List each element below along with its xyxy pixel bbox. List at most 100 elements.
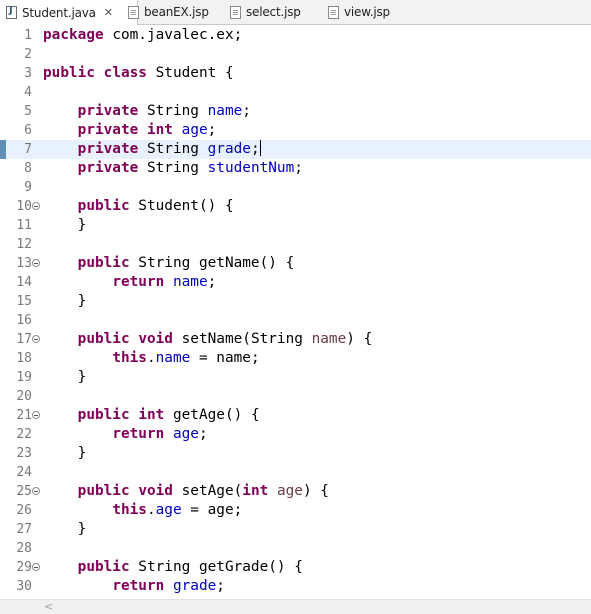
code-text[interactable]: package com.javalec.ex; bbox=[43, 26, 242, 45]
line-number: 1 bbox=[24, 28, 32, 43]
code-line[interactable]: 19 } bbox=[0, 368, 591, 387]
tab-select-jsp[interactable]: select.jsp bbox=[230, 0, 301, 24]
code-text[interactable]: return name; bbox=[43, 273, 216, 292]
line-number: 17 bbox=[16, 332, 32, 347]
code-line[interactable]: 12 bbox=[0, 235, 591, 254]
code-text[interactable]: this.age = age; bbox=[43, 501, 242, 520]
code-line[interactable]: 30 return grade; bbox=[0, 577, 591, 596]
code-text[interactable]: } bbox=[43, 216, 87, 235]
fold-collapse-icon[interactable] bbox=[32, 487, 40, 495]
line-number: 30 bbox=[16, 579, 32, 594]
line-number: 7 bbox=[24, 142, 32, 157]
line-number: 10 bbox=[16, 199, 32, 214]
code-line[interactable]: 11 } bbox=[0, 216, 591, 235]
code-line[interactable]: 3 public class Student { bbox=[0, 64, 591, 83]
code-text[interactable]: } bbox=[43, 368, 87, 387]
code-text[interactable]: private String studentNum; bbox=[43, 159, 303, 178]
line-number: 25 bbox=[16, 484, 32, 499]
code-line[interactable]: 26 this.age = age; bbox=[0, 501, 591, 520]
code-line[interactable]: 28 bbox=[0, 539, 591, 558]
horizontal-scrollbar[interactable]: < bbox=[0, 599, 591, 614]
code-line[interactable]: 25 public void setAge(int age) { bbox=[0, 482, 591, 501]
change-ruler-marker bbox=[0, 368, 6, 387]
code-line[interactable]: 27 } bbox=[0, 520, 591, 539]
line-number: 11 bbox=[16, 218, 32, 233]
code-text[interactable]: return age; bbox=[43, 425, 207, 444]
change-ruler-marker bbox=[0, 64, 6, 83]
code-line[interactable]: 17 public void setName(String name) { bbox=[0, 330, 591, 349]
code-line[interactable]: 6 private int age; bbox=[0, 121, 591, 140]
code-line[interactable]: 24 bbox=[0, 463, 591, 482]
java-file-icon bbox=[6, 5, 17, 19]
jsp-file-icon bbox=[128, 5, 139, 19]
change-ruler-marker bbox=[0, 178, 6, 197]
code-line[interactable]: 14 return name; bbox=[0, 273, 591, 292]
code-line[interactable]: 7 private String grade; bbox=[0, 140, 591, 159]
code-text[interactable]: public void setName(String name) { bbox=[43, 330, 373, 349]
change-ruler-marker bbox=[0, 349, 6, 368]
code-line[interactable]: 9 bbox=[0, 178, 591, 197]
line-number: 2 bbox=[24, 47, 32, 62]
code-text[interactable]: private String grade; bbox=[43, 140, 261, 159]
code-line[interactable]: 1 package com.javalec.ex; bbox=[0, 26, 591, 45]
code-line[interactable]: 21 public int getAge() { bbox=[0, 406, 591, 425]
code-text[interactable]: private int age; bbox=[43, 121, 217, 140]
code-line[interactable]: 10 public Student() { bbox=[0, 197, 591, 216]
code-line[interactable]: 20 bbox=[0, 387, 591, 406]
code-text[interactable]: public void setAge(int age) { bbox=[43, 482, 329, 501]
change-ruler-marker bbox=[0, 235, 6, 254]
code-line[interactable]: 2 bbox=[0, 45, 591, 64]
line-number: 18 bbox=[16, 351, 32, 366]
line-number: 5 bbox=[24, 104, 32, 119]
code-text[interactable]: public class Student { bbox=[43, 64, 234, 83]
change-ruler-marker bbox=[0, 520, 6, 539]
change-ruler-marker bbox=[0, 577, 6, 596]
line-number: 27 bbox=[16, 522, 32, 537]
line-number: 13 bbox=[16, 256, 32, 271]
editor-tab-bar: Student.java ✕ beanEX.jsp select.jsp vie… bbox=[0, 0, 591, 25]
tab-student-java[interactable]: Student.java ✕ bbox=[0, 0, 138, 25]
change-ruler-marker bbox=[0, 463, 6, 482]
code-text[interactable]: public String getName() { bbox=[43, 254, 295, 273]
code-line[interactable]: 22 return age; bbox=[0, 425, 591, 444]
code-line[interactable]: 4 bbox=[0, 83, 591, 102]
code-text[interactable]: public int getAge() { bbox=[43, 406, 260, 425]
code-line[interactable]: 16 bbox=[0, 311, 591, 330]
fold-collapse-icon[interactable] bbox=[32, 259, 40, 267]
line-number: 15 bbox=[16, 294, 32, 309]
fold-collapse-icon[interactable] bbox=[32, 335, 40, 343]
change-ruler-marker bbox=[0, 539, 6, 558]
code-text[interactable]: public Student() { bbox=[43, 197, 234, 216]
code-line[interactable]: 5 private String name; bbox=[0, 102, 591, 121]
fold-collapse-icon[interactable] bbox=[32, 202, 40, 210]
code-line[interactable]: 15 } bbox=[0, 292, 591, 311]
change-ruler-marker bbox=[0, 254, 6, 273]
change-ruler-marker bbox=[0, 330, 6, 349]
code-line[interactable]: 8 private String studentNum; bbox=[0, 159, 591, 178]
code-text[interactable]: } bbox=[43, 292, 87, 311]
code-line[interactable]: 29 public String getGrade() { bbox=[0, 558, 591, 577]
close-icon[interactable]: ✕ bbox=[104, 6, 113, 19]
code-text[interactable]: public String getGrade() { bbox=[43, 558, 303, 577]
scroll-left-arrow-icon[interactable]: < bbox=[44, 600, 53, 614]
tab-beanex-jsp[interactable]: beanEX.jsp bbox=[128, 0, 209, 24]
change-ruler-marker bbox=[0, 45, 6, 64]
code-text[interactable]: } bbox=[43, 520, 87, 539]
tab-view-jsp[interactable]: view.jsp bbox=[328, 0, 390, 24]
code-line[interactable]: 18 this.name = name; bbox=[0, 349, 591, 368]
code-text[interactable]: this.name = name; bbox=[43, 349, 259, 368]
line-number: 3 bbox=[24, 66, 32, 81]
code-text[interactable]: private String name; bbox=[43, 102, 251, 121]
fold-collapse-icon[interactable] bbox=[32, 563, 40, 571]
code-line[interactable]: 23 } bbox=[0, 444, 591, 463]
line-number: 20 bbox=[16, 389, 32, 404]
code-editor[interactable]: 1 package com.javalec.ex; 2 3 public class S… bbox=[0, 25, 591, 599]
change-ruler-marker bbox=[0, 387, 6, 406]
change-ruler-marker bbox=[0, 273, 6, 292]
fold-collapse-icon[interactable] bbox=[32, 411, 40, 419]
code-line[interactable]: 13 public String getName() { bbox=[0, 254, 591, 273]
code-text[interactable]: } bbox=[43, 444, 87, 463]
line-number: 14 bbox=[16, 275, 32, 290]
code-text[interactable]: return grade; bbox=[43, 577, 225, 596]
change-ruler-marker bbox=[0, 140, 6, 159]
